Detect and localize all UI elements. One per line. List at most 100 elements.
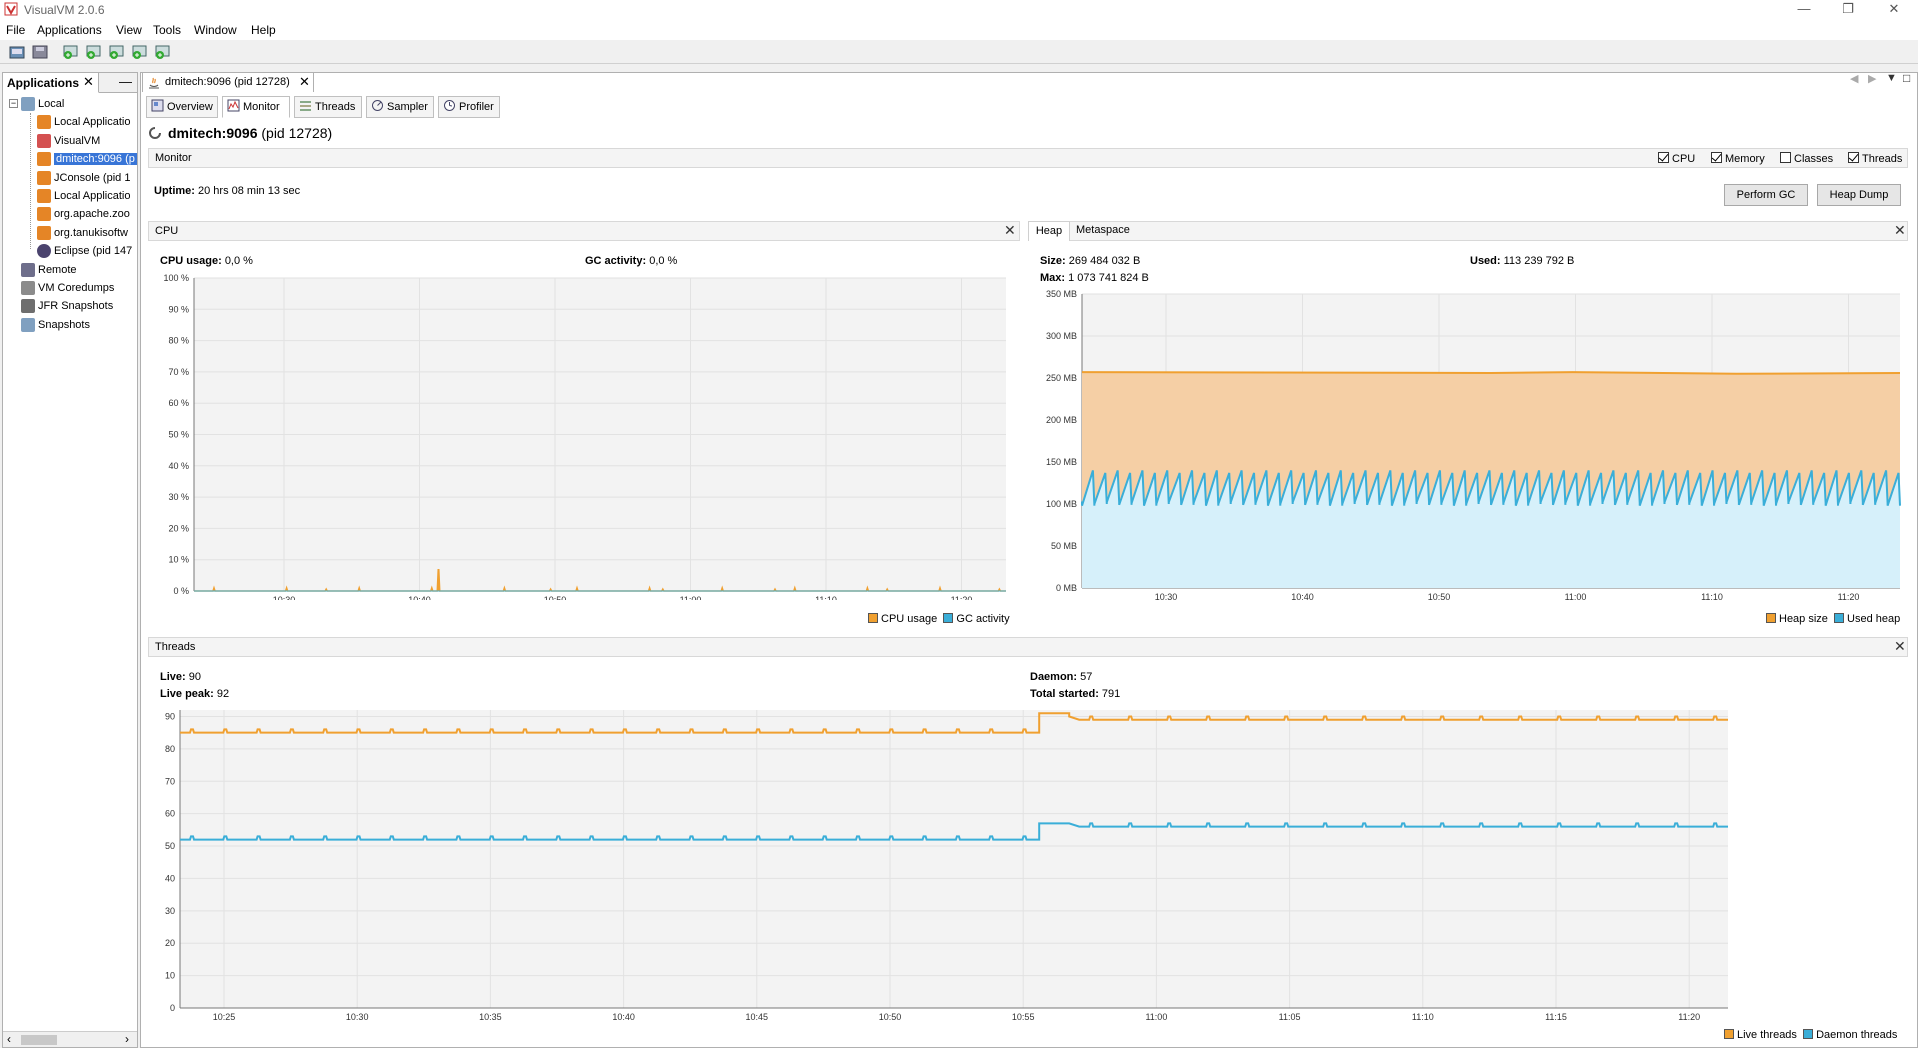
gc-activity-readout: GC activity: 0,0 % [585, 255, 677, 267]
menu-help[interactable]: Help [251, 23, 276, 37]
menu-window[interactable]: Window [194, 23, 237, 37]
threads-checkbox-box[interactable] [1848, 152, 1859, 163]
threads-plot-area [180, 710, 1728, 1008]
tab-monitor[interactable]: Monitor [222, 96, 290, 118]
live-threads-readout: Live: 90 [160, 671, 201, 683]
heap-y-tick-label: 150 MB [1046, 457, 1077, 467]
cpu-checkbox[interactable]: CPU [1658, 152, 1695, 165]
tree-item[interactable]: VisualVM [37, 132, 137, 150]
save-snapshot-icon[interactable] [31, 43, 49, 61]
menu-tools[interactable]: Tools [153, 23, 181, 37]
tree-item[interactable]: Eclipse (pid 147 [37, 242, 137, 260]
tree-item-label: org.apache.zoo [54, 208, 130, 221]
heap-size-value: 269 484 032 B [1068, 255, 1141, 267]
total-started-readout: Total started: 791 [1030, 688, 1120, 700]
add-snapshot-icon[interactable] [131, 43, 149, 61]
close-cpu-panel-icon[interactable]: ✕ [1004, 222, 1016, 239]
total-started-value: 791 [1101, 688, 1121, 700]
refresh-spinner-icon [149, 127, 161, 139]
threads-legend-live: Live threads [1737, 1029, 1797, 1041]
threads-x-tick-label: 10:45 [746, 1012, 769, 1022]
threads-x-tick-label: 10:35 [479, 1012, 502, 1022]
menu-applications[interactable]: Applications [37, 23, 102, 37]
used-heap-swatch [1834, 613, 1845, 623]
tab-profiler[interactable]: Profiler [438, 96, 500, 118]
cpu-checkbox-box[interactable] [1658, 152, 1669, 163]
tree-item[interactable]: JFR Snapshots [21, 297, 137, 315]
scroll-tabs-right-icon[interactable]: ▶ [1868, 72, 1876, 85]
tab-sampler[interactable]: Sampler [366, 96, 434, 118]
document-tab[interactable]: dmitech:9096 (pid 12728) ✕ [142, 72, 314, 92]
memory-checkbox[interactable]: Memory [1711, 152, 1765, 165]
close-tab-icon[interactable]: ✕ [299, 74, 310, 90]
open-file-icon[interactable] [8, 43, 26, 61]
daemon-threads-readout: Daemon: 57 [1030, 671, 1092, 683]
snapshot-icon [21, 317, 35, 332]
classes-checkbox[interactable]: Classes [1780, 152, 1833, 165]
close-window-button[interactable]: ✕ [1876, 0, 1912, 20]
maximize-icon[interactable]: □ [1903, 71, 1910, 85]
tree-item[interactable]: Local Applicatio [37, 113, 137, 131]
menu-file[interactable]: File [6, 23, 25, 37]
tree-item[interactable]: Snapshots [21, 316, 137, 334]
threads-x-tick-label: 11:00 [1145, 1012, 1167, 1022]
memory-checkbox-box[interactable] [1711, 152, 1722, 163]
heap-chart: 0 MB 50 MB 100 MB 150 MB 200 MB 250 MB 300 MB 3… [1046, 289, 1901, 602]
menu-view[interactable]: View [116, 23, 142, 37]
heap-used-label: Used: [1470, 255, 1501, 267]
tree-item[interactable]: org.apache.zoo [37, 205, 137, 223]
cpu-panel-title: CPU [155, 225, 179, 237]
close-heap-panel-icon[interactable]: ✕ [1894, 222, 1906, 239]
threads-x-tick-label: 11:15 [1545, 1012, 1567, 1022]
tab-overview[interactable]: Overview [146, 96, 218, 118]
perform-gc-button[interactable]: Perform GC [1724, 184, 1808, 206]
applications-tab-label: Applications [7, 76, 80, 90]
load-snapshot-icon[interactable] [154, 43, 172, 61]
heap-dump-button[interactable]: Heap Dump [1817, 184, 1901, 206]
scroll-left-icon[interactable]: ‹ [7, 1032, 11, 1046]
collapse-icon[interactable]: − [9, 99, 18, 108]
tree-item[interactable]: − Local [9, 95, 137, 113]
horizontal-scrollbar[interactable]: ‹ › [3, 1031, 137, 1047]
tab-threads[interactable]: Threads [294, 96, 362, 118]
minimize-button[interactable]: — [1786, 0, 1822, 20]
add-remote-host-icon[interactable] [85, 43, 103, 61]
tree-item[interactable]: Remote [21, 261, 137, 279]
minimize-panel-icon[interactable]: — [119, 74, 132, 89]
live-value: 90 [188, 671, 201, 683]
tree-item[interactable]: JConsole (pid 1 [37, 169, 137, 187]
scroll-tabs-left-icon[interactable]: ◀ [1850, 72, 1858, 85]
tree-item[interactable]: VM Coredumps [21, 279, 137, 297]
threads-y-tick-label: 30 [165, 906, 175, 916]
threads-y-tick-label: 60 [165, 809, 175, 819]
tab-heap[interactable]: Heap [1028, 221, 1070, 241]
threads-panel-header: Threads [148, 637, 1908, 657]
heap-y-tick-label: 200 MB [1046, 415, 1077, 425]
tree-item-label: VM Coredumps [38, 282, 115, 294]
add-jmx-connection-icon[interactable] [62, 43, 80, 61]
applications-panel: Applications ✕ — − Local Local Applicatio V… [2, 72, 138, 1048]
page-title: dmitech:9096 (pid 12728) [168, 125, 332, 141]
heap-size-swatch [1766, 613, 1776, 623]
cpu-usage-spike [436, 569, 441, 592]
applications-tab[interactable]: Applications ✕ [3, 73, 99, 93]
classes-checkbox-box[interactable] [1780, 152, 1791, 163]
tab-metaspace[interactable]: Metaspace [1076, 224, 1130, 236]
add-coredump-icon[interactable] [108, 43, 126, 61]
close-threads-panel-icon[interactable]: ✕ [1894, 638, 1906, 655]
scroll-right-icon[interactable]: › [125, 1032, 129, 1046]
cpu-y-tick-label: 30 % [168, 492, 189, 502]
tree-item[interactable]: Local Applicatio [37, 187, 137, 205]
cpu-checkbox-label: CPU [1672, 153, 1696, 165]
threads-checkbox[interactable]: Threads [1848, 152, 1902, 165]
cpu-legend-cpu: CPU usage [881, 613, 938, 625]
threads-x-tick-label: 10:40 [612, 1012, 635, 1022]
cpu-x-tick-label: 10:40 [408, 595, 431, 600]
tab-list-icon[interactable]: ▼ [1886, 72, 1897, 84]
tree-item[interactable]: dmitech:9096 (p [37, 150, 137, 168]
close-icon[interactable]: ✕ [83, 74, 94, 90]
restore-button[interactable]: ❐ [1830, 0, 1866, 20]
scrollbar-thumb[interactable] [21, 1035, 57, 1045]
visualvm-app-icon [4, 2, 18, 16]
tree-item[interactable]: org.tanukisoftw [37, 224, 137, 242]
